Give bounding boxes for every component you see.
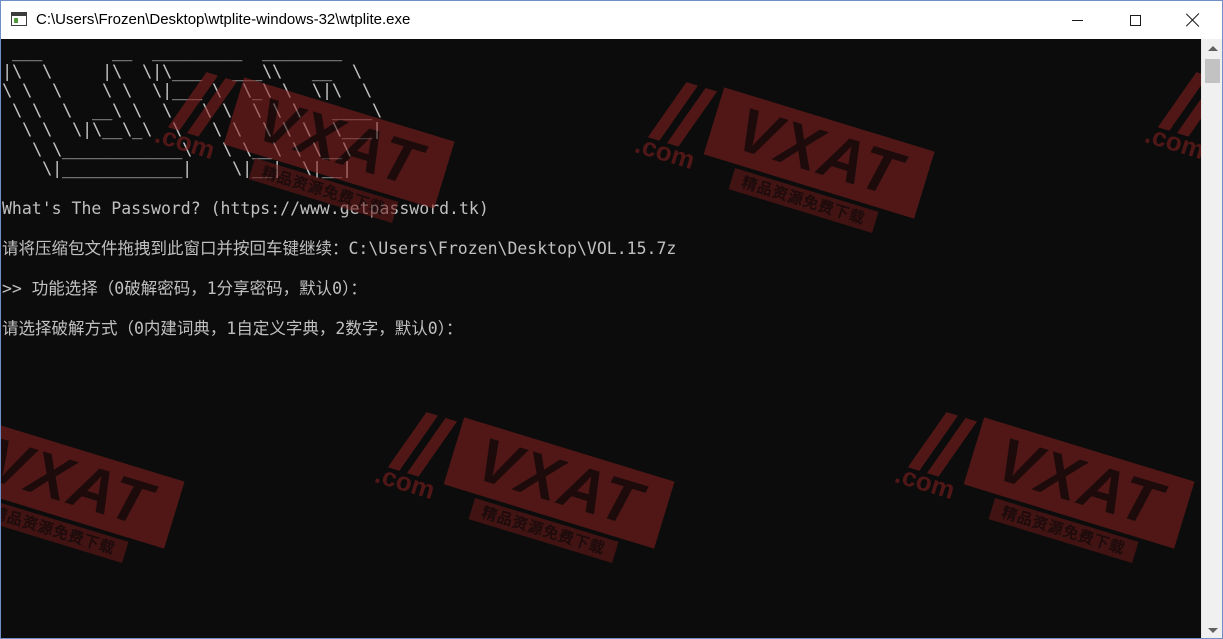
watermark-logo: VXAT .com 精品资源免费下载 xyxy=(630,69,942,269)
watermark-slogan: 精品资源免费下载 xyxy=(468,498,619,563)
scroll-up-button[interactable] xyxy=(1202,39,1222,57)
watermark-logo: VXAT .com 精品资源免费下载 xyxy=(370,399,682,599)
watermark-domain: .com xyxy=(891,458,959,506)
watermark-domain: .com xyxy=(631,128,699,176)
console-line-file-prompt: 请将压缩包文件拖拽到此窗口并按回车键继续：C:\Users\Frozen\Des… xyxy=(2,239,677,258)
minimize-button[interactable] xyxy=(1048,1,1106,39)
watermark-stripes-icon xyxy=(647,77,724,155)
console-line-function-prompt: >> 功能选择（0破解密码，1分享密码，默认0）： xyxy=(2,279,367,298)
scroll-down-button[interactable] xyxy=(1202,621,1222,638)
watermark-brand: VXAT xyxy=(1,417,185,549)
watermark-stripes-icon xyxy=(387,407,464,485)
watermark-slogan: 精品资源免费下载 xyxy=(988,498,1139,563)
watermark-logo: VXAT .com 精品资源免费下载 xyxy=(1,399,192,599)
close-button[interactable] xyxy=(1164,1,1222,39)
window-title: C:\Users\Frozen\Desktop\wtplite-windows-… xyxy=(36,11,411,28)
console-line-method-prompt: 请选择破解方式（0内建词典，1自定义字典，2数字，默认0）： xyxy=(2,319,463,338)
vertical-scrollbar[interactable] xyxy=(1201,39,1222,638)
close-icon xyxy=(1186,13,1200,27)
console-line-header: What's The Password? (https://www.getpas… xyxy=(2,199,489,218)
scroll-thumb[interactable] xyxy=(1205,59,1220,83)
watermark-domain: .com xyxy=(371,458,439,506)
watermark-brand: VXAT xyxy=(703,87,935,219)
watermark-stripes-icon xyxy=(907,407,984,485)
watermark-logo: VXAT .com 精品资源免费下载 xyxy=(890,399,1201,599)
watermark-slogan: 精品资源免费下载 xyxy=(728,168,879,233)
console-app-icon[interactable] xyxy=(11,12,27,26)
watermark-slogan: 精品资源免费下载 xyxy=(1,498,129,563)
watermark-brand: VXAT xyxy=(443,417,675,549)
maximize-button[interactable] xyxy=(1106,1,1164,39)
console-window: C:\Users\Frozen\Desktop\wtplite-windows-… xyxy=(0,0,1223,639)
ascii-banner: ___ __ _________ ________ |\ \ |\ \|\___… xyxy=(2,42,382,179)
arrow-up-icon xyxy=(1207,45,1218,51)
maximize-icon xyxy=(1129,14,1141,26)
minimize-icon xyxy=(1071,19,1083,21)
title-bar[interactable]: C:\Users\Frozen\Desktop\wtplite-windows-… xyxy=(1,1,1222,39)
console-output[interactable]: ___ __ _________ ________ |\ \ |\ \|\___… xyxy=(1,39,1201,638)
watermark-brand: VXAT xyxy=(963,417,1195,549)
arrow-down-icon xyxy=(1207,627,1218,633)
watermark-stripes-icon xyxy=(1157,67,1201,145)
watermark-logo: VXAT .com 精品资源免费下载 xyxy=(1140,59,1201,259)
watermark-domain: .com xyxy=(1141,118,1201,166)
